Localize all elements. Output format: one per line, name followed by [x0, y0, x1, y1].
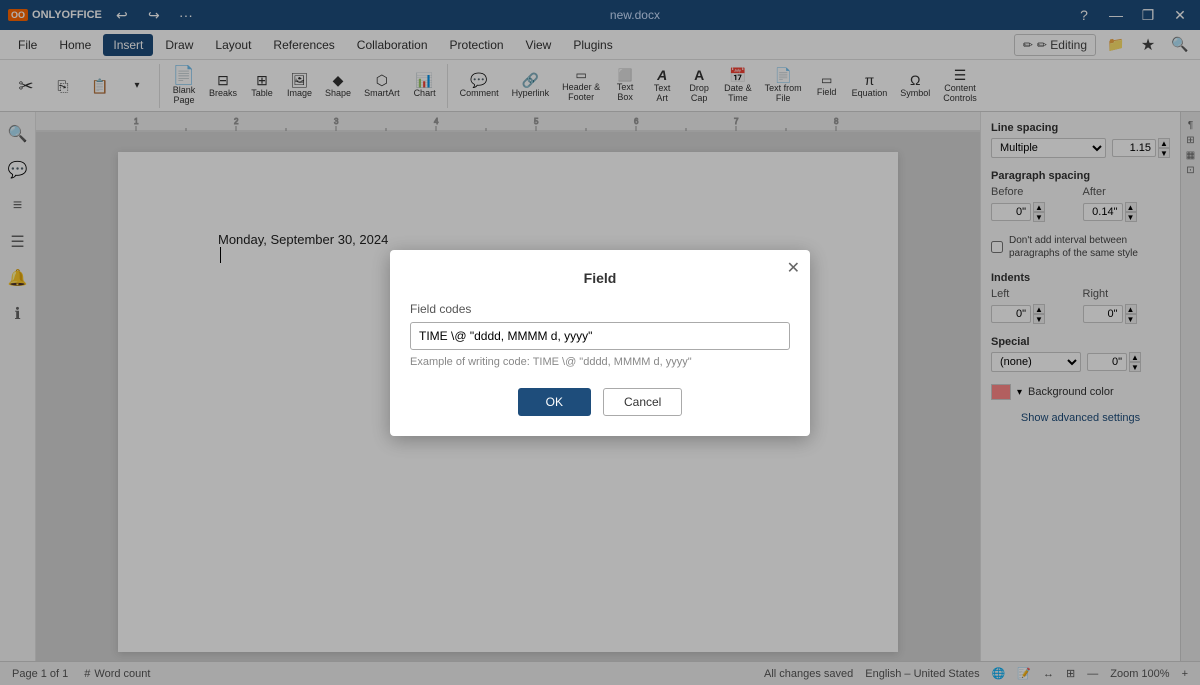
field-codes-input[interactable] [410, 322, 790, 350]
modal-overlay[interactable]: Field ✕ Field codes Example of writing c… [0, 0, 1200, 685]
modal-close-button[interactable]: ✕ [787, 258, 800, 278]
ok-button[interactable]: OK [518, 388, 591, 416]
cancel-button[interactable]: Cancel [603, 388, 682, 416]
field-dialog: Field ✕ Field codes Example of writing c… [390, 250, 810, 436]
modal-buttons: OK Cancel [410, 388, 790, 416]
field-codes-hint: Example of writing code: TIME \@ "dddd, … [410, 356, 790, 368]
modal-title: Field [410, 270, 790, 286]
field-codes-label: Field codes [410, 302, 790, 316]
